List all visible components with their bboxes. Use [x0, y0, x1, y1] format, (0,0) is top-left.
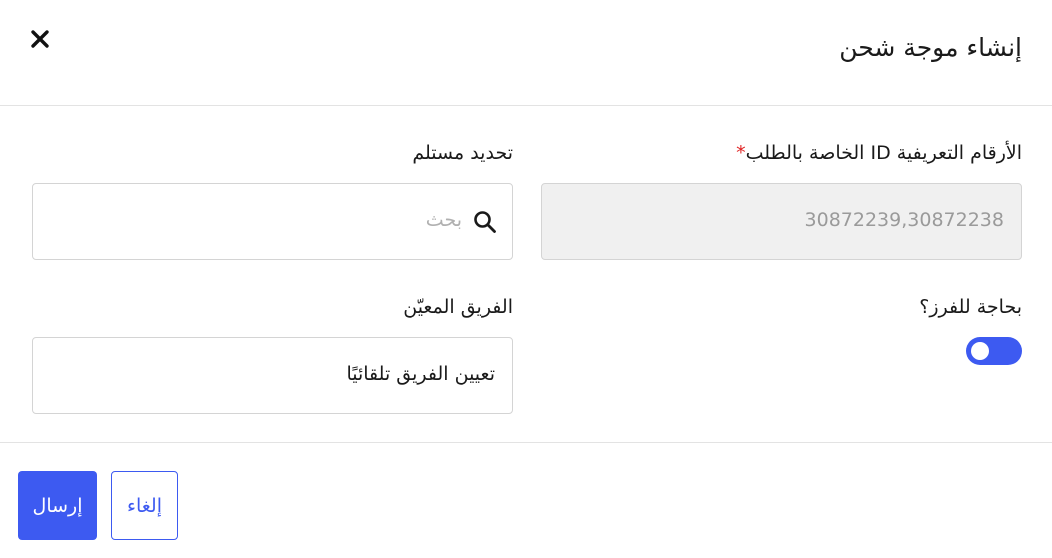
cancel-button[interactable]: إلغاء	[111, 471, 178, 540]
dialog-title: إنشاء موجة شحن	[839, 33, 1022, 62]
order-ids-label-text: الأرقام التعريفية ID الخاصة بالطلب	[745, 142, 1022, 164]
order-ids-value: 30872239,30872238	[804, 209, 1004, 231]
order-ids-field[interactable]: 30872239,30872238	[541, 183, 1022, 260]
search-placeholder: بحث	[425, 209, 462, 231]
dialog-header: إنشاء موجة شحن	[0, 0, 1052, 106]
assigned-team-label: الفريق المعيّن	[403, 296, 513, 318]
close-button[interactable]	[26, 25, 54, 53]
toggle-knob	[971, 342, 989, 360]
needs-sorting-label: بحاجة للفرز؟	[919, 296, 1022, 318]
assigned-team-value: تعيين الفريق تلقائيًا	[346, 363, 495, 385]
search-icon	[474, 211, 496, 233]
recipient-label: تحديد مستلم	[412, 142, 513, 164]
close-icon	[31, 30, 49, 48]
order-ids-label: الأرقام التعريفية ID الخاصة بالطلب*	[732, 142, 1022, 164]
recipient-search-field[interactable]: بحث	[32, 183, 513, 260]
required-mark: *	[736, 142, 746, 164]
footer-divider	[0, 442, 1052, 443]
needs-sorting-toggle[interactable]	[966, 337, 1022, 365]
assigned-team-select[interactable]: تعيين الفريق تلقائيًا	[32, 337, 513, 414]
submit-button[interactable]: إرسال	[18, 471, 97, 540]
